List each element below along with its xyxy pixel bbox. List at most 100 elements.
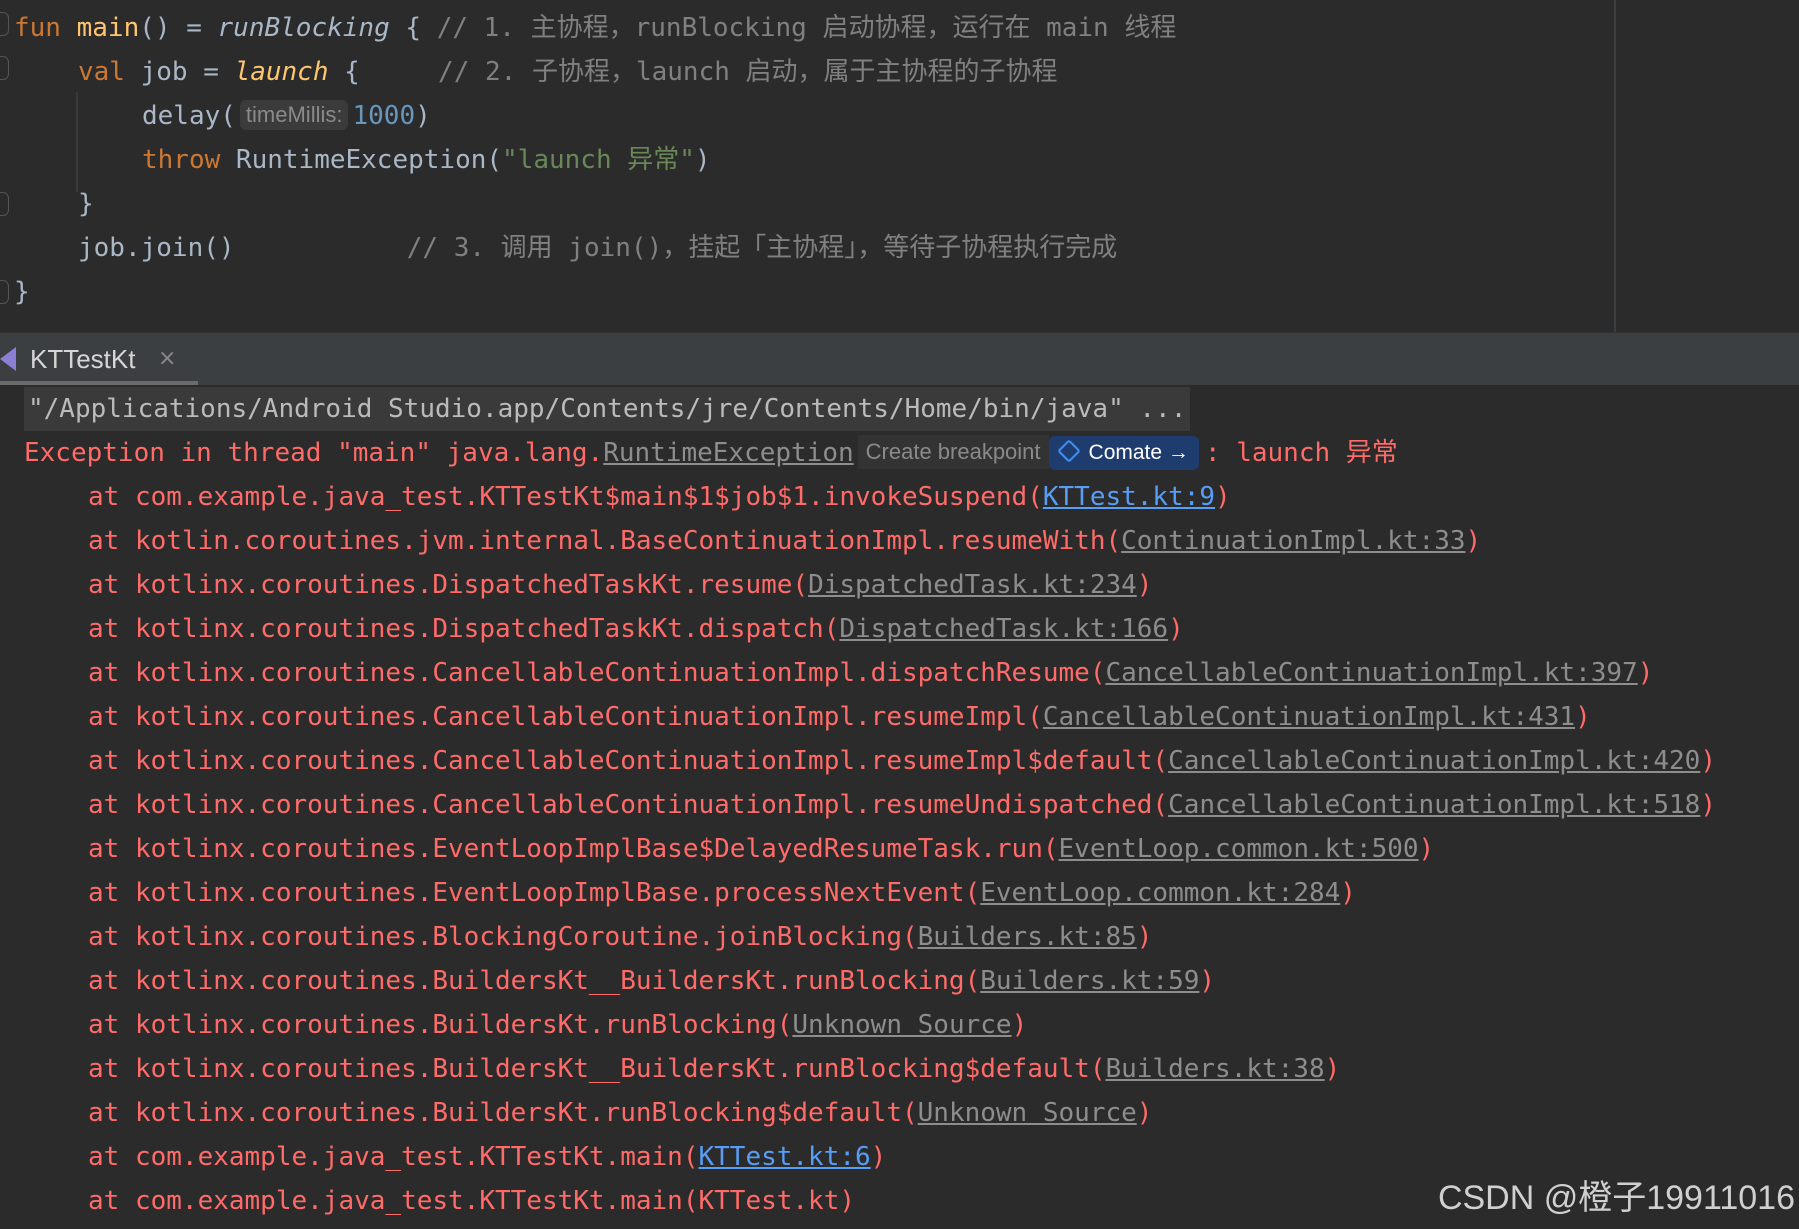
code-comment: // 1. 主协程，runBlocking 启动协程，运行在 main 线程 (436, 13, 1177, 43)
stack-frame-close: ) (1199, 966, 1216, 996)
stack-frame-text: at kotlinx.coroutines.EventLoopImplBase.… (88, 878, 981, 908)
comate-button[interactable]: Comate → (1048, 436, 1199, 470)
right-margin-guide (1614, 0, 1616, 332)
exception-class-link[interactable]: RuntimeException (603, 438, 853, 468)
stack-frame-text: at kotlinx.coroutines.CancellableContinu… (88, 658, 1106, 688)
stack-frame-close: ) (1324, 1054, 1341, 1084)
code-comment: // 3. 调用 join()，挂起「主协程」，等待子协程执行完成 (406, 233, 1118, 263)
source-link[interactable]: KTTest.kt:6 (698, 1142, 870, 1172)
stack-frame-text: at com.example.java_test.KTTestKt.main( (88, 1142, 699, 1172)
stack-frame-text: at kotlin.coroutines.jvm.internal.BaseCo… (88, 526, 1122, 556)
stack-trace-line: at com.example.java_test.KTTestKt.main(K… (88, 1179, 855, 1223)
source-link[interactable]: DispatchedTask.kt:166 (839, 614, 1168, 644)
code-line-6[interactable]: job.join() // 3. 调用 join()，挂起「主协程」，等待子协程… (78, 228, 1117, 268)
source-link[interactable]: Unknown Source (792, 1010, 1011, 1040)
stack-trace-line: at kotlin.coroutines.jvm.internal.BaseCo… (88, 519, 1481, 563)
code-text: { (389, 13, 437, 43)
stack-frame-close: ) (1575, 702, 1591, 732)
stack-frame-text: at com.example.java_test.KTTestKt.main(K… (88, 1186, 856, 1216)
code-line-4[interactable]: throw RuntimeException("launch 异常") (142, 140, 711, 180)
close-icon[interactable]: × (158, 333, 176, 385)
code-editor[interactable]: fun main() = runBlocking { // 1. 主协程，run… (0, 0, 1799, 332)
parameter-hint: timeMillis: (239, 100, 349, 130)
stack-frame-close: ) (1700, 790, 1716, 820)
code-text: delay( (142, 101, 236, 131)
stack-frame-text: at kotlinx.coroutines.BuildersKt.runBloc… (88, 1010, 793, 1040)
stack-frame-close: ) (1011, 1010, 1028, 1040)
source-link[interactable]: CancellableContinuationImpl.kt:397 (1105, 658, 1637, 688)
stack-trace-line: at kotlinx.coroutines.CancellableContinu… (88, 651, 1653, 695)
source-link[interactable]: KTTest.kt:9 (1043, 482, 1215, 512)
kotlin-icon (0, 347, 16, 371)
source-link[interactable]: CancellableContinuationImpl.kt:431 (1043, 702, 1575, 732)
run-console[interactable]: "/Applications/Android Studio.app/Conten… (0, 385, 1799, 1229)
stack-trace-line: at kotlinx.coroutines.CancellableContinu… (88, 695, 1591, 739)
stack-trace-line: at kotlinx.coroutines.BuildersKt.runBloc… (88, 1091, 1152, 1135)
command-line[interactable]: "/Applications/Android Studio.app/Conten… (24, 387, 1191, 431)
keyword: val (78, 57, 141, 87)
stack-trace-line: at kotlinx.coroutines.EventLoopImplBase$… (88, 827, 1434, 871)
stack-frame-text: at kotlinx.coroutines.BuildersKt__Builde… (88, 1054, 1106, 1084)
code-line-1[interactable]: fun main() = runBlocking { // 1. 主协程，run… (14, 8, 1176, 48)
code-text: ) (694, 145, 711, 175)
source-link[interactable]: EventLoop.common.kt:284 (980, 878, 1340, 908)
code-line-5[interactable]: } (78, 184, 94, 224)
create-breakpoint-button[interactable]: Create breakpoint (857, 435, 1049, 469)
stack-trace-line: at kotlinx.coroutines.EventLoopImplBase.… (88, 871, 1356, 915)
function-call: launch (234, 57, 329, 87)
stack-frame-text: at kotlinx.coroutines.CancellableContinu… (88, 790, 1169, 820)
stack-frame-close: ) (1637, 658, 1654, 688)
stack-trace-line: at kotlinx.coroutines.CancellableContinu… (88, 783, 1716, 827)
code-text: { (328, 57, 439, 87)
stack-trace-line: at com.example.java_test.KTTestKt$main$1… (88, 475, 1231, 519)
source-link[interactable]: Builders.kt:85 (918, 922, 1137, 952)
stack-trace-line: at kotlinx.coroutines.BuildersKt__Builde… (88, 959, 1215, 1003)
stack-frame-text: at kotlinx.coroutines.BuildersKt__Builde… (88, 966, 981, 996)
stack-frame-text: at kotlinx.coroutines.BlockingCoroutine.… (88, 922, 918, 952)
keyword: throw (142, 145, 236, 175)
fold-marker-icon[interactable] (0, 280, 9, 304)
function-call: runBlocking (217, 13, 390, 43)
code-text: } (78, 189, 94, 219)
stack-trace-line: at kotlinx.coroutines.DispatchedTaskKt.r… (88, 563, 1152, 607)
comate-icon (1056, 439, 1081, 463)
exception-prefix: Exception in thread "main" java.lang. (24, 438, 604, 468)
code-line-3[interactable]: delay(timeMillis: 1000) (142, 96, 431, 136)
fold-marker-icon[interactable] (0, 12, 9, 36)
function-name: main (76, 13, 140, 43)
source-link[interactable]: Unknown Source (918, 1098, 1137, 1128)
source-link[interactable]: CancellableContinuationImpl.kt:518 (1168, 790, 1700, 820)
code-line-2[interactable]: val job = launch { // 2. 子协程，launch 启动，属… (78, 52, 1058, 92)
code-line-7[interactable]: } (14, 272, 30, 312)
run-tab-bar: KTTestKt × (0, 332, 1799, 385)
stack-trace-line: at kotlinx.coroutines.BlockingCoroutine.… (88, 915, 1152, 959)
exception-line: Exception in thread "main" java.lang.Run… (24, 431, 1398, 475)
stack-trace-line: at kotlinx.coroutines.CancellableContinu… (88, 739, 1716, 783)
indent-guide (76, 92, 78, 192)
code-text: ) (415, 101, 431, 131)
code-text: job = (140, 57, 235, 87)
code-text: job.join() (78, 233, 407, 263)
source-link[interactable]: DispatchedTask.kt:234 (808, 570, 1137, 600)
code-comment: // 2. 子协程，launch 启动，属于主协程的子协程 (438, 57, 1058, 87)
source-link[interactable]: Builders.kt:59 (980, 966, 1199, 996)
stack-frame-close: ) (1340, 878, 1356, 908)
comate-label: Comate → (1088, 441, 1189, 464)
stack-frame-close: ) (1418, 834, 1435, 864)
source-link[interactable]: CancellableContinuationImpl.kt:420 (1168, 746, 1700, 776)
fold-marker-icon[interactable] (0, 192, 9, 216)
stack-frame-close: ) (1465, 526, 1482, 556)
watermark: CSDN @橙子19911016 (1437, 1179, 1795, 1217)
stack-trace-line: at com.example.java_test.KTTestKt.main(K… (88, 1135, 886, 1179)
source-link[interactable]: EventLoop.common.kt:500 (1059, 834, 1419, 864)
stack-frame-text: at kotlinx.coroutines.EventLoopImplBase$… (88, 834, 1059, 864)
run-tab[interactable]: KTTestKt × (0, 333, 198, 385)
stack-frame-text: at com.example.java_test.KTTestKt$main$1… (88, 482, 1043, 512)
keyword: fun (14, 13, 77, 43)
stack-frame-text: at kotlinx.coroutines.DispatchedTaskKt.r… (88, 570, 809, 600)
stack-frame-text: at kotlinx.coroutines.CancellableContinu… (88, 746, 1169, 776)
stack-frame-close: ) (1136, 570, 1153, 600)
source-link[interactable]: ContinuationImpl.kt:33 (1121, 526, 1465, 556)
fold-marker-icon[interactable] (0, 56, 9, 80)
source-link[interactable]: Builders.kt:38 (1105, 1054, 1324, 1084)
